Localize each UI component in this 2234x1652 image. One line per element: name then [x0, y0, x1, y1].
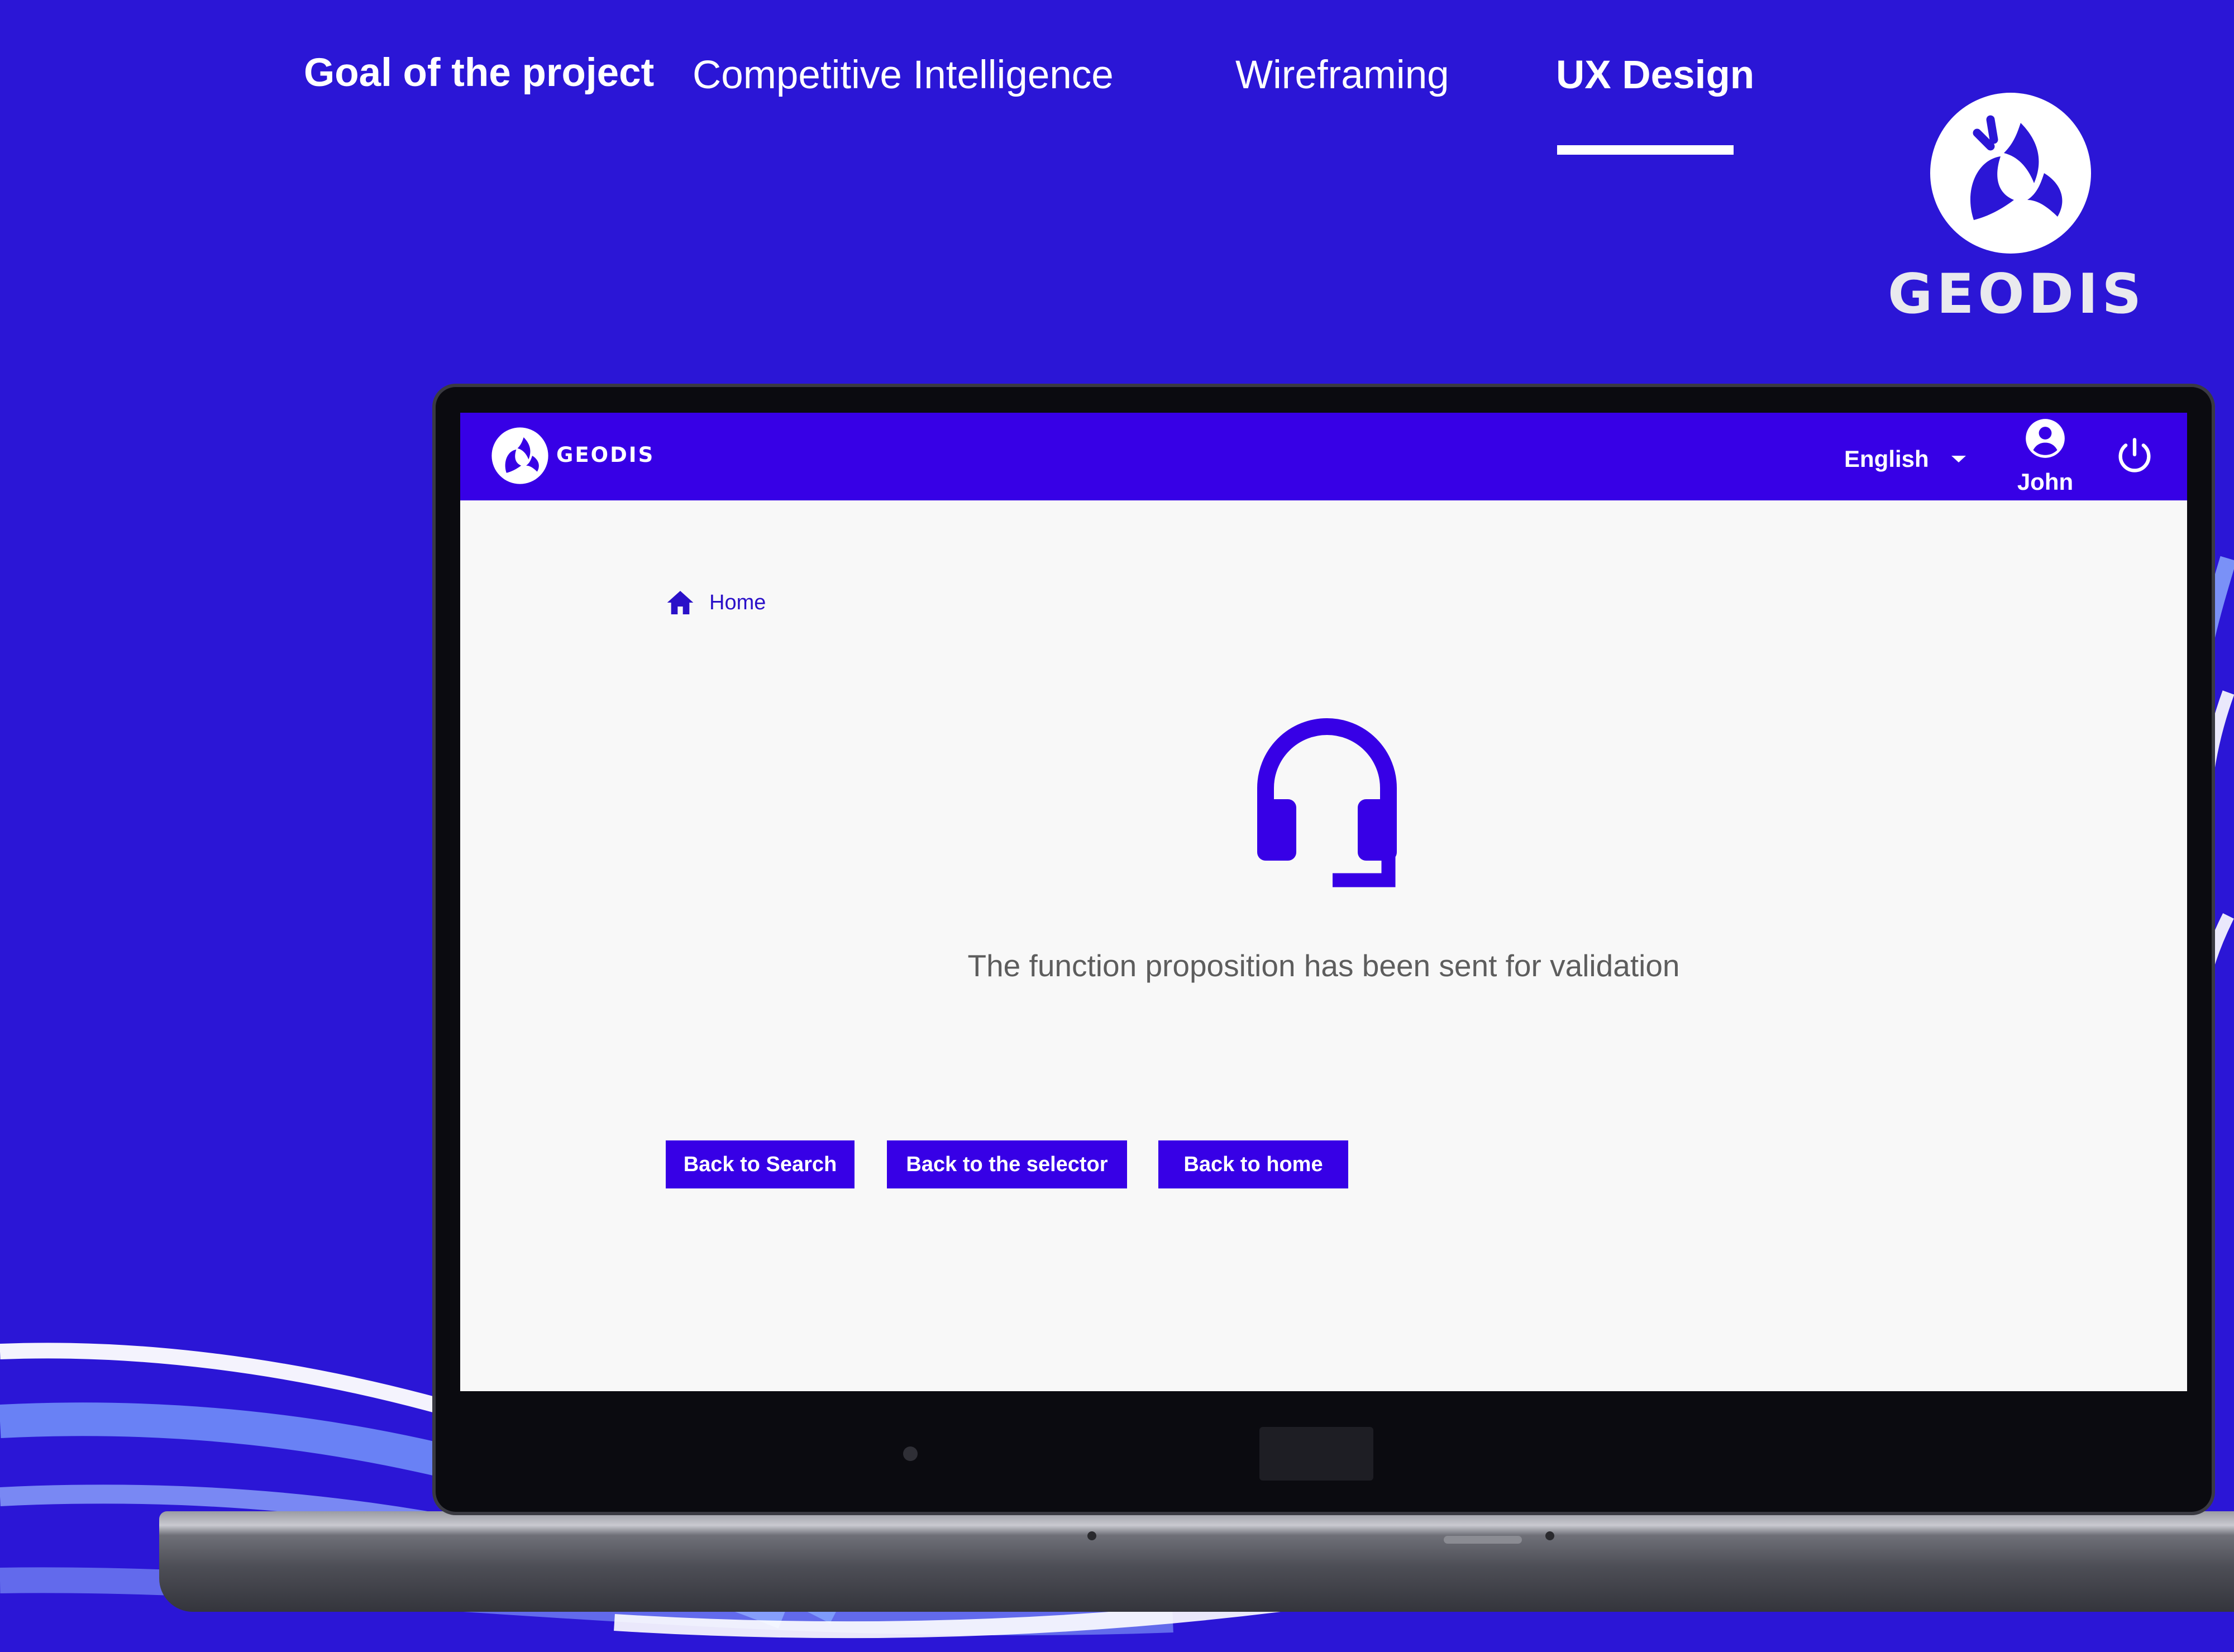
headset-icon — [1257, 718, 1397, 887]
app-screen: GEODIS English John Home The function pr… — [460, 413, 2187, 1391]
laptop-base — [159, 1511, 2234, 1612]
chevron-down-icon — [1951, 456, 1966, 462]
laptop-base-dot — [1545, 1531, 1554, 1540]
nav-item-ux-design[interactable]: UX Design — [1556, 52, 1754, 98]
user-menu[interactable]: John — [2008, 417, 2075, 495]
confirmation-message: The function proposition has been sent f… — [967, 948, 1680, 983]
home-icon — [667, 591, 694, 614]
brand-logo: GEODIS — [1888, 89, 2146, 335]
laptop-webcam — [903, 1446, 918, 1461]
laptop-hinge-notch — [1444, 1536, 1522, 1544]
app-logo-text: GEODIS — [556, 443, 655, 467]
back-to-search-button[interactable]: Back to Search — [666, 1140, 855, 1188]
laptop-chin-badge — [1259, 1427, 1373, 1481]
nav-item-wireframing[interactable]: Wireframing — [1235, 52, 1449, 98]
geodis-logo-icon — [1930, 93, 2091, 254]
laptop-frame: GEODIS English John Home The function pr… — [436, 387, 2212, 1512]
power-icon[interactable] — [2113, 435, 2156, 478]
account-circle-icon — [2026, 419, 2065, 458]
laptop-base-dot — [1087, 1531, 1096, 1540]
active-tab-indicator — [1557, 145, 1734, 155]
breadcrumb-label: Home — [709, 590, 766, 614]
back-to-selector-button[interactable]: Back to the selector — [887, 1140, 1127, 1188]
nav-item-competitive-intelligence[interactable]: Competitive Intelligence — [693, 52, 1114, 98]
geodis-logo-icon[interactable] — [489, 425, 551, 486]
back-to-home-button[interactable]: Back to home — [1158, 1140, 1348, 1188]
language-selected: English — [1844, 446, 1929, 472]
brand-name: GEODIS — [1888, 262, 2146, 326]
app-header: GEODIS English John — [460, 413, 2187, 500]
breadcrumb-home[interactable]: Home — [665, 586, 766, 619]
user-name: John — [2017, 469, 2074, 495]
nav-item-goal-of-the-project[interactable]: Goal of the project — [304, 50, 654, 96]
language-selector[interactable]: English — [1844, 442, 1966, 476]
